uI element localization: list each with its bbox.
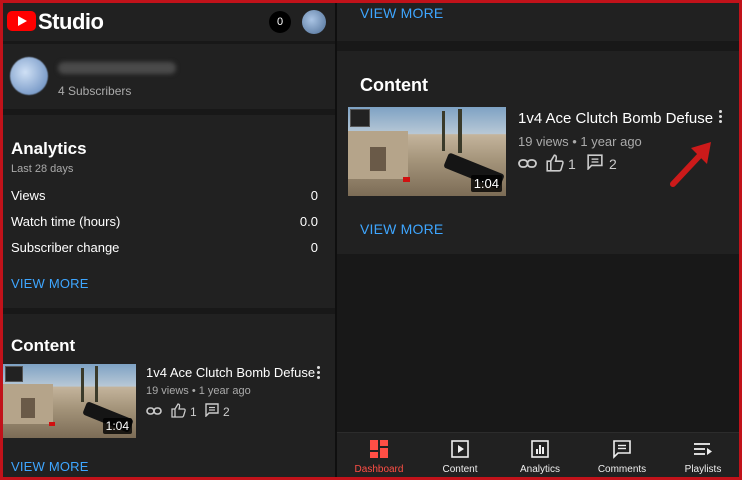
analytics-title: Analytics (11, 139, 87, 158)
app-title: Studio (38, 9, 104, 34)
right-video-title[interactable]: 1v4 Ace Clutch Bomb Defuse (518, 110, 713, 127)
analytics-view-more-link[interactable]: VIEW MORE (11, 276, 89, 291)
nav-content[interactable]: Content (420, 433, 500, 477)
metric-label-watch-time: Watch time (hours) (11, 214, 121, 229)
thumbnail-logo (350, 109, 370, 127)
analytics-icon (531, 440, 549, 458)
dashboard-icon (370, 440, 388, 458)
right-like-count: 1 (568, 156, 576, 172)
right-video-meta: 19 views • 1 year ago (518, 134, 642, 149)
playlists-icon (694, 443, 712, 455)
nav-label-dashboard: Dashboard (354, 464, 404, 475)
metric-label-subscriber-change: Subscriber change (11, 240, 120, 255)
thumbnail-logo (5, 366, 23, 382)
metric-value-watch-time: 0.0 (299, 214, 318, 229)
nav-comments[interactable]: Comments (582, 433, 662, 477)
comment-icon (205, 403, 219, 417)
subscriber-count: 4 Subscribers (58, 84, 132, 98)
right-like-icon (546, 154, 564, 172)
right-top-card: VIEW MORE (337, 3, 739, 41)
comments-icon (613, 440, 631, 459)
content-icon (451, 440, 469, 458)
right-content-title: Content (360, 75, 428, 95)
like-count: 1 (190, 405, 197, 419)
top-app-bar: Studio 0 (3, 3, 335, 41)
right-comment-count: 2 (609, 156, 617, 172)
annotation-arrow-icon (670, 142, 711, 187)
nav-label-analytics: Analytics (519, 464, 560, 475)
nav-analytics[interactable]: Analytics (500, 433, 580, 477)
thumbnail-marker (403, 177, 410, 182)
video-thumbnail[interactable]: 1:04 (3, 364, 136, 438)
thumbnail-palm (95, 366, 98, 402)
right-pane: VIEW MORE Content 1:04 1v4 Ace Clutch Bo… (337, 3, 739, 477)
metric-label-views: Views (11, 188, 46, 203)
account-avatar[interactable] (302, 10, 326, 34)
analytics-period: Last 28 days (11, 163, 74, 175)
channel-card: 4 Subscribers (3, 44, 335, 109)
right-video-thumbnail[interactable]: 1:04 (348, 107, 506, 196)
notifications-badge[interactable]: 0 (269, 11, 291, 33)
channel-avatar[interactable] (10, 57, 48, 95)
right-video-duration: 1:04 (470, 175, 502, 192)
nav-label-playlists: Playlists (684, 464, 722, 475)
content-title: Content (11, 336, 76, 355)
right-link-icon[interactable] (518, 157, 537, 170)
video-title[interactable]: 1v4 Ace Clutch Bomb Defuse (146, 365, 315, 380)
video-duration: 1:04 (102, 418, 132, 434)
right-more-options-icon[interactable] (719, 110, 722, 125)
content-view-more-link[interactable]: VIEW MORE (11, 459, 89, 474)
thumbnail-palm (442, 111, 445, 151)
analytics-card: Analytics Last 28 days Views 0 Watch tim… (3, 115, 335, 308)
nav-label-comments: Comments (597, 464, 647, 475)
right-comment-icon (587, 154, 603, 170)
thumbnail-palm (458, 109, 462, 153)
comment-count: 2 (223, 405, 230, 419)
video-meta: 19 views • 1 year ago (146, 385, 251, 397)
more-options-icon[interactable] (317, 366, 320, 381)
thumbnail-palm (81, 368, 84, 402)
link-icon[interactable] (146, 405, 162, 417)
youtube-logo-icon[interactable] (7, 11, 36, 31)
content-card: Content 1:04 1v4 Ace Clutch Bomb Defuse … (3, 314, 335, 477)
nav-label-content: Content (442, 464, 478, 475)
right-top-view-more-link[interactable]: VIEW MORE (360, 5, 443, 21)
thumbnail-marker (49, 422, 55, 426)
like-icon (171, 403, 186, 418)
metric-value-subscriber-change: 0 (310, 240, 318, 255)
nav-playlists[interactable]: Playlists (663, 433, 739, 477)
thumbnail-door (370, 147, 386, 171)
nav-dashboard[interactable]: Dashboard (339, 433, 419, 477)
thumbnail-door (21, 398, 35, 418)
channel-name-blurred (58, 62, 176, 74)
bottom-navigation: Dashboard Content Analytics Comments Pla… (337, 432, 739, 477)
left-pane: Studio 0 4 Subscribers Analytics Last 28… (3, 3, 335, 477)
screenshot-frame: Studio 0 4 Subscribers Analytics Last 28… (3, 3, 739, 477)
right-content-view-more-link[interactable]: VIEW MORE (360, 221, 443, 237)
metric-value-views: 0 (310, 188, 318, 203)
